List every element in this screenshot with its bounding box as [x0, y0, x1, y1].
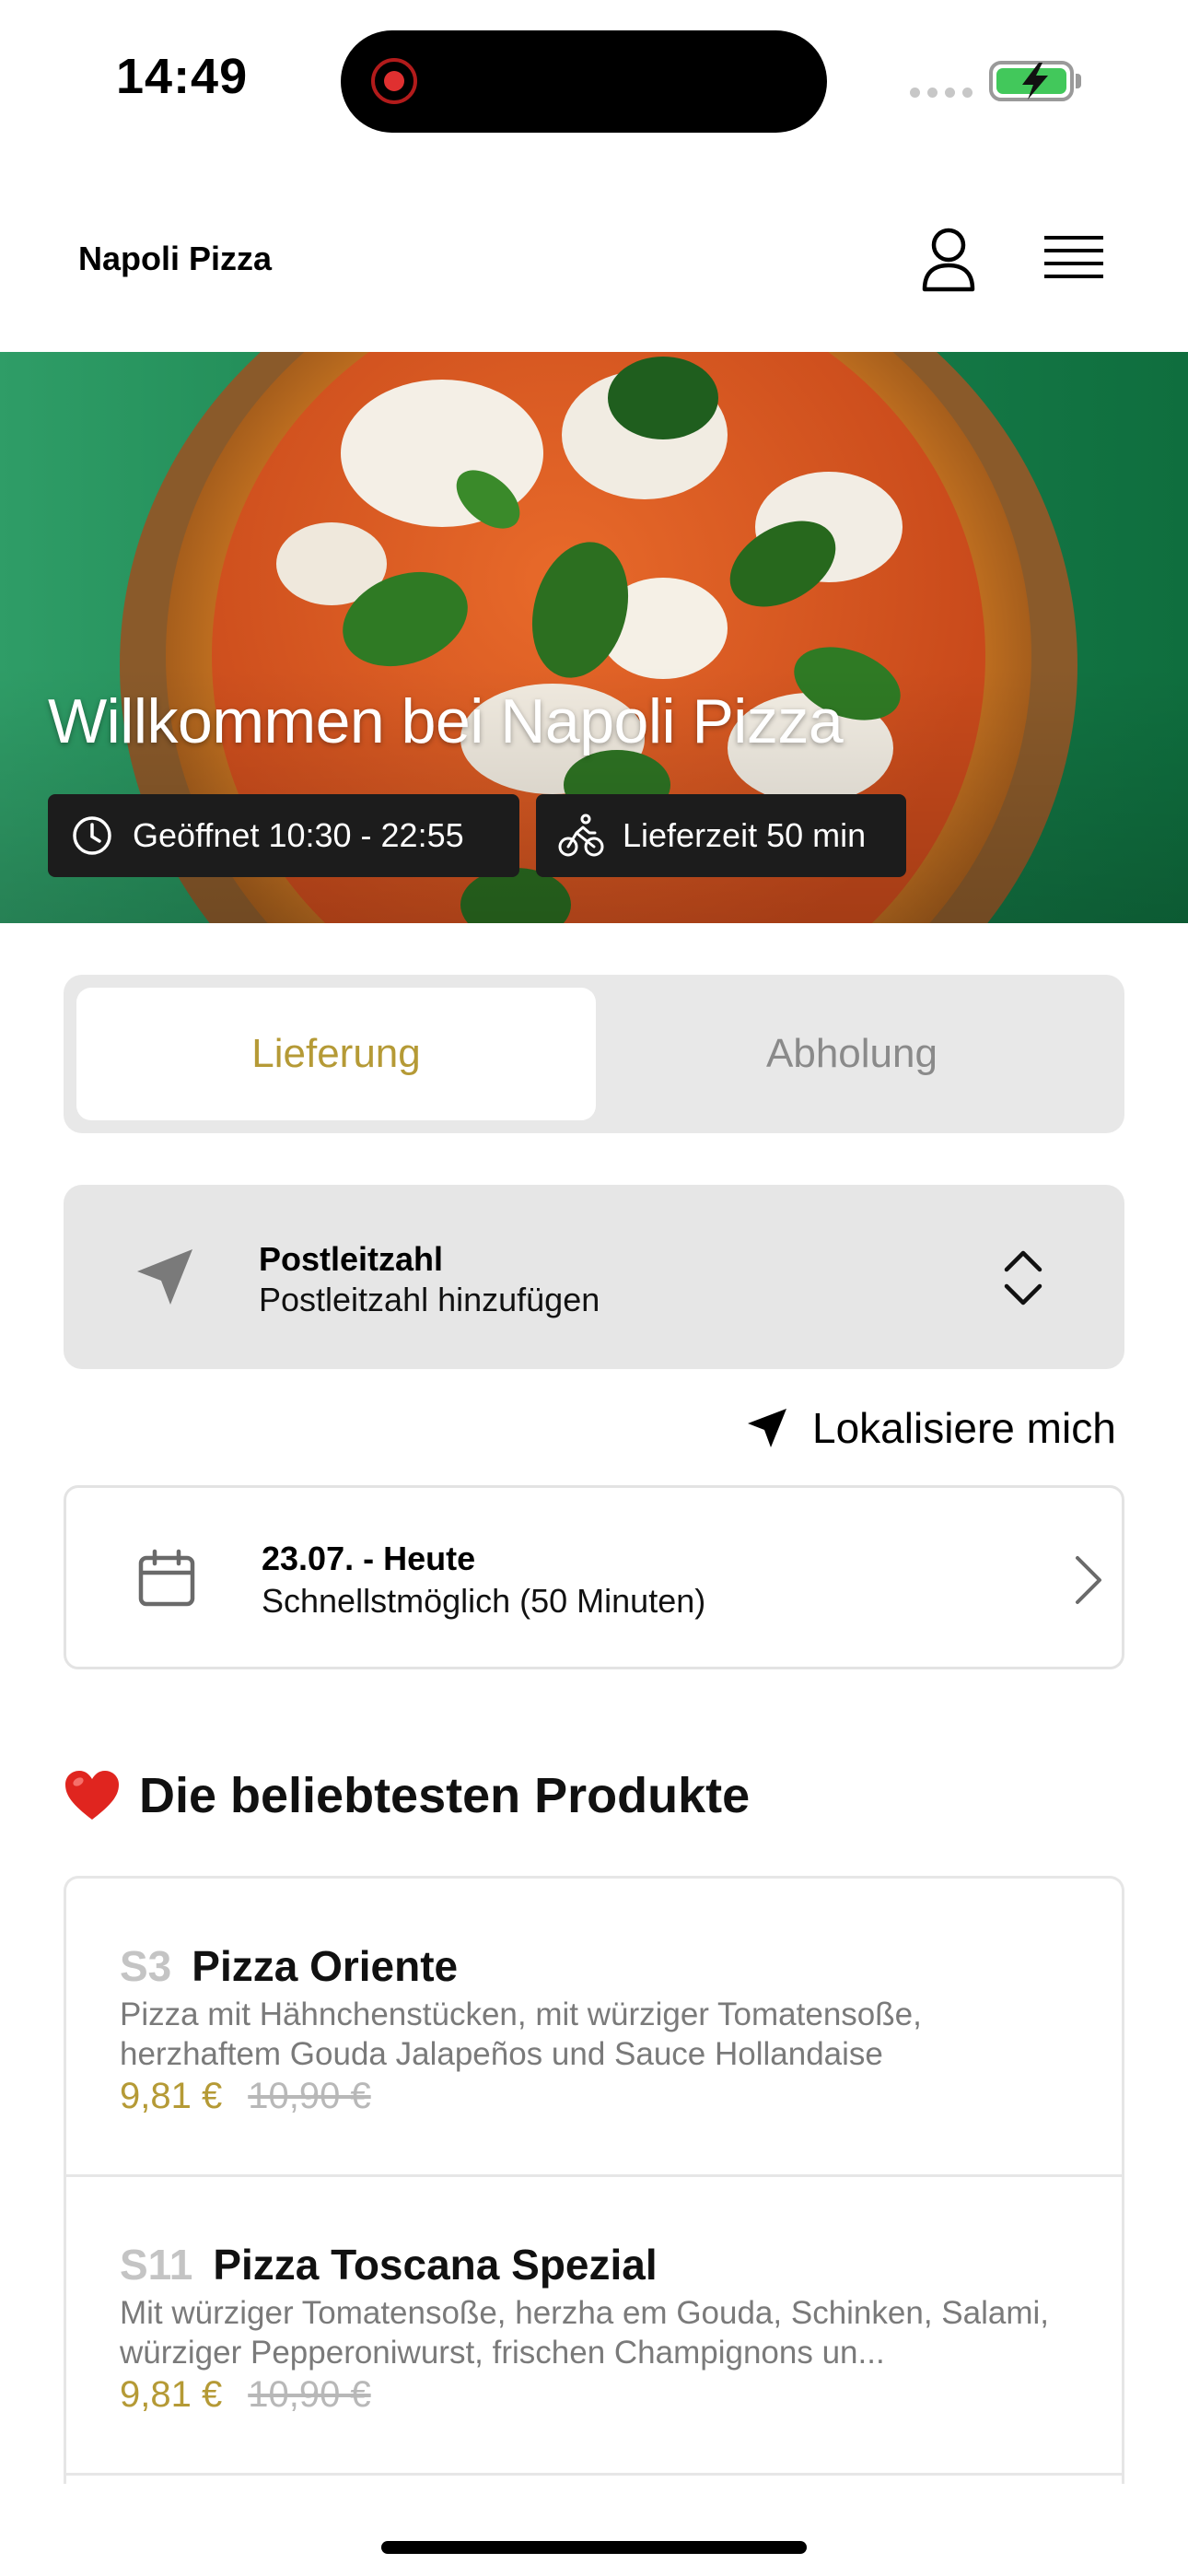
product-card[interactable]: S3 Pizza Oriente Pizza mit Hähnchenstück… [66, 1879, 1122, 2177]
delivery-time-text: Lieferzeit 50 min [623, 816, 867, 854]
product-old-price: 10,90 € [248, 2374, 371, 2415]
product-price: 9,81 € [120, 2374, 223, 2415]
popular-section-title: Die beliebtesten Produkte [139, 1768, 751, 1823]
hero-banner: Willkommen bei Napoli Pizza Geöffnet 10:… [0, 352, 1188, 923]
battery-icon [989, 61, 1074, 101]
locate-me-label: Lokalisiere mich [812, 1404, 1116, 1452]
schedule-time: Schnellstmöglich (50 Minuten) [262, 1582, 706, 1620]
product-description: Pizza mit Hähnchenstücken, mit würziger … [120, 1996, 922, 2072]
opening-hours-badge: Geöffnet 10:30 - 22:55 [48, 794, 519, 877]
postcode-value: Postleitzahl hinzufügen [259, 1281, 600, 1318]
tab-pickup[interactable]: Abholung [592, 988, 1112, 1120]
clock-icon [73, 816, 111, 855]
recording-icon [371, 58, 417, 104]
status-time: 14:49 [116, 49, 249, 104]
product-code: S11 [120, 2241, 193, 2289]
chevron-up-down-icon [1004, 1250, 1042, 1306]
postcode-selector[interactable]: Postleitzahl Postleitzahl hinzufügen [64, 1185, 1124, 1369]
product-card[interactable]: S11 Pizza Toscana Spezial Mit würziger T… [66, 2177, 1122, 2476]
product-price: 9,81 € [120, 2076, 223, 2116]
product-description: Mit würziger Tomatensoße, herzha em Goud… [120, 2295, 1049, 2371]
brand-title[interactable]: Napoli Pizza [78, 240, 272, 278]
user-icon[interactable] [912, 223, 985, 297]
status-bar: 14:49 [0, 0, 1188, 157]
bicycle-icon [558, 814, 604, 857]
delivery-time-badge: Lieferzeit 50 min [536, 794, 906, 877]
product-old-price: 10,90 € [248, 2076, 371, 2116]
delivery-time-selector[interactable]: 23.07. - Heute Schnellstmöglich (50 Minu… [64, 1485, 1124, 1669]
tab-delivery[interactable]: Lieferung [76, 988, 596, 1120]
locate-me-button[interactable]: Lokalisiere mich [746, 1400, 1116, 1456]
schedule-date: 23.07. - Heute [262, 1540, 476, 1577]
product-name: Pizza Oriente [192, 1942, 459, 1990]
chevron-right-icon [1076, 1556, 1101, 1604]
signal-icon [910, 88, 973, 98]
product-list: S3 Pizza Oriente Pizza mit Hähnchenstück… [64, 1876, 1124, 2484]
order-mode-toggle: Lieferung Abholung [64, 975, 1124, 1133]
location-arrow-icon [137, 1249, 192, 1305]
postcode-label: Postleitzahl [259, 1240, 444, 1278]
product-code: S3 [120, 1942, 172, 1990]
home-indicator[interactable] [381, 2541, 807, 2554]
heart-icon [65, 1771, 119, 1820]
hero-title: Willkommen bei Napoli Pizza [48, 686, 844, 756]
dynamic-island [341, 30, 827, 133]
navigation-arrow-icon [748, 1409, 786, 1447]
product-name: Pizza Toscana Spezial [213, 2241, 658, 2289]
app-header: Napoli Pizza [0, 157, 1188, 352]
menu-icon[interactable] [1037, 223, 1111, 297]
popular-section-heading: Die beliebtesten Produkte [64, 1767, 750, 1824]
charging-bolt-icon [1022, 63, 1048, 100]
opening-hours-text: Geöffnet 10:30 - 22:55 [133, 816, 464, 854]
calendar-icon [138, 1549, 195, 1607]
